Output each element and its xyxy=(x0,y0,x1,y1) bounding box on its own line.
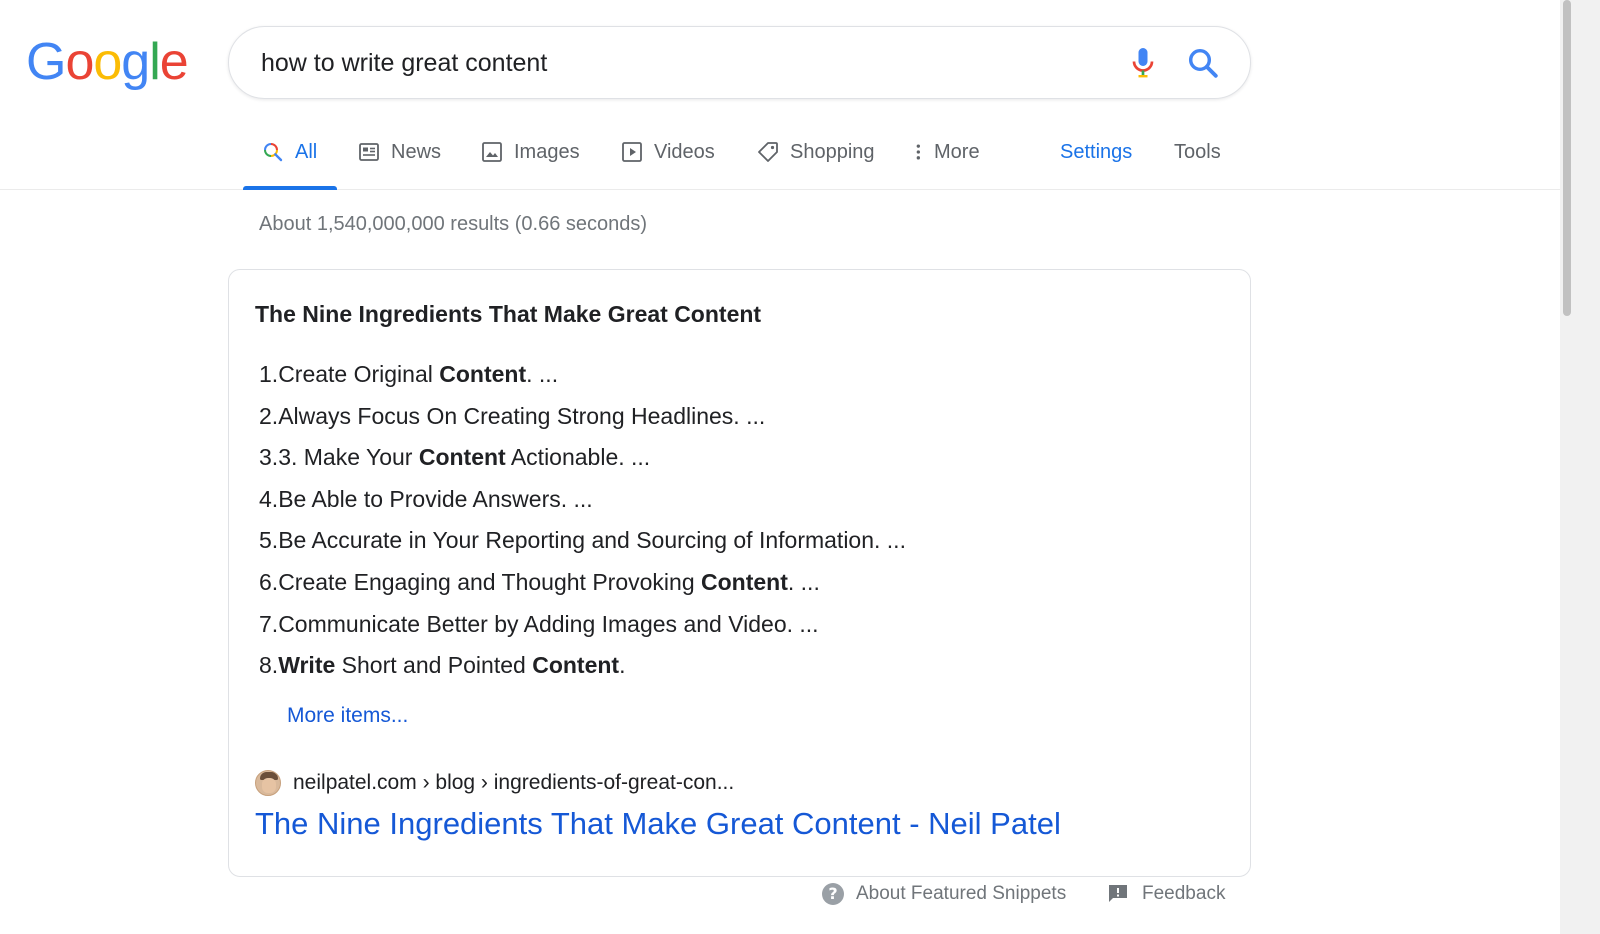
result-stats: About 1,540,000,000 results (0.66 second… xyxy=(259,213,648,235)
search-input[interactable]: how to write great content xyxy=(261,47,547,79)
tab-videos[interactable]: Videos xyxy=(620,138,715,190)
scrollbar-thumb[interactable] xyxy=(1563,0,1571,316)
snippet-list-item: 4. Be Able to Provide Answers. ... xyxy=(259,479,906,521)
list-number: 1. xyxy=(259,361,279,387)
feedback-link[interactable]: Feedback xyxy=(1106,880,1225,908)
list-number: 7. xyxy=(259,610,279,637)
tab-settings[interactable]: Settings xyxy=(1060,138,1132,190)
snippet-list-item: 3. 3. Make Your Content Actionable. ... xyxy=(259,437,906,479)
tag-icon xyxy=(758,142,778,162)
featured-snippet: The Nine Ingredients That Make Great Con… xyxy=(228,269,1251,877)
source-breadcrumb[interactable]: neilpatel.com › blog › ingredients-of-gr… xyxy=(255,768,734,798)
list-text: Short and Pointed xyxy=(335,652,533,679)
snippet-list: 1. Create Original Content. ... 2. Always… xyxy=(259,354,906,687)
list-text: Actionable. ... xyxy=(505,444,651,471)
logo-letter: o xyxy=(65,33,94,91)
logo-letter: G xyxy=(26,33,66,91)
list-number: 6. xyxy=(259,568,279,595)
logo-letter: l xyxy=(149,33,161,91)
google-logo[interactable]: Google xyxy=(26,32,189,92)
tab-label: Videos xyxy=(654,141,715,163)
list-text: Be Accurate in Your Reporting and Sourci… xyxy=(278,527,906,554)
highlighted-term: Write xyxy=(278,652,336,679)
more-items-link[interactable]: More items... xyxy=(287,702,408,730)
play-icon xyxy=(622,142,642,162)
logo-letter: g xyxy=(121,33,150,91)
mic-icon[interactable] xyxy=(1125,45,1161,81)
snippet-list-item: 6. Create Engaging and Thought Provoking… xyxy=(259,562,906,604)
tab-label: More xyxy=(934,141,980,163)
list-text: 3. Make Your xyxy=(278,444,419,471)
tab-label: Tools xyxy=(1174,141,1221,163)
logo-letter: e xyxy=(159,33,189,91)
tab-label: Images xyxy=(514,141,580,163)
feedback-label: Feedback xyxy=(1142,883,1226,904)
search-icon[interactable] xyxy=(1185,45,1221,81)
tab-label: News xyxy=(391,141,442,163)
snippet-list-item: 7. Communicate Better by Adding Images a… xyxy=(259,604,906,646)
list-text: . ... xyxy=(787,568,820,595)
tab-label: All xyxy=(295,141,318,163)
search-tabs: All News Images Videos Shopping More Set… xyxy=(0,120,1560,190)
list-number: 8. xyxy=(259,652,279,679)
about-label: About Featured Snippets xyxy=(856,883,1067,904)
image-icon xyxy=(482,142,502,162)
tab-tools[interactable]: Tools xyxy=(1174,138,1221,190)
feedback-icon xyxy=(1109,885,1127,902)
news-icon xyxy=(359,143,379,161)
breadcrumb-text: neilpatel.com › blog › ingredients-of-gr… xyxy=(293,771,735,794)
list-text: . ... xyxy=(526,361,559,387)
tab-label: Settings xyxy=(1060,141,1133,163)
list-number: 2. xyxy=(259,402,279,429)
search-box[interactable]: how to write great content xyxy=(228,26,1251,99)
snippet-list-item: 2. Always Focus On Creating Strong Headl… xyxy=(259,396,906,438)
highlighted-term: Content xyxy=(701,568,788,595)
list-number: 4. xyxy=(259,485,279,512)
search-icon xyxy=(264,143,283,162)
list-text: Be Able to Provide Answers. ... xyxy=(278,485,593,512)
list-text: . xyxy=(619,652,626,679)
list-text: Communicate Better by Adding Images and … xyxy=(278,610,819,637)
more-vert-icon xyxy=(916,144,920,160)
snippet-list-item: 8. Write Short and Pointed Content. xyxy=(259,645,906,687)
tab-label: Shopping xyxy=(790,141,875,163)
highlighted-term: Content xyxy=(418,444,506,471)
snippet-list-item: 1. Create Original Content. ... xyxy=(259,354,906,396)
highlighted-term: Content xyxy=(532,652,620,679)
list-number: 3. xyxy=(259,444,279,471)
highlighted-term: Content xyxy=(439,361,527,387)
list-text: Create Original xyxy=(278,361,440,387)
list-text: Always Focus On Creating Strong Headline… xyxy=(278,402,766,429)
about-featured-snippets[interactable]: ? About Featured Snippets xyxy=(822,880,1066,908)
tab-shopping[interactable]: Shopping xyxy=(756,138,875,190)
snippet-list-item: 5. Be Accurate in Your Reporting and Sou… xyxy=(259,520,906,562)
tab-images[interactable]: Images xyxy=(480,138,580,190)
list-text: Create Engaging and Thought Provoking xyxy=(278,568,702,595)
result-title-link[interactable]: The Nine Ingredients That Make Great Con… xyxy=(255,804,1061,844)
tab-more[interactable]: More xyxy=(910,138,980,190)
tab-news[interactable]: News xyxy=(357,138,441,190)
list-number: 5. xyxy=(259,527,279,554)
snippet-title: The Nine Ingredients That Make Great Con… xyxy=(255,301,762,327)
logo-letter: o xyxy=(93,33,122,91)
tab-all[interactable]: All xyxy=(242,138,338,190)
help-icon: ? xyxy=(822,883,844,905)
site-favicon xyxy=(255,770,281,796)
